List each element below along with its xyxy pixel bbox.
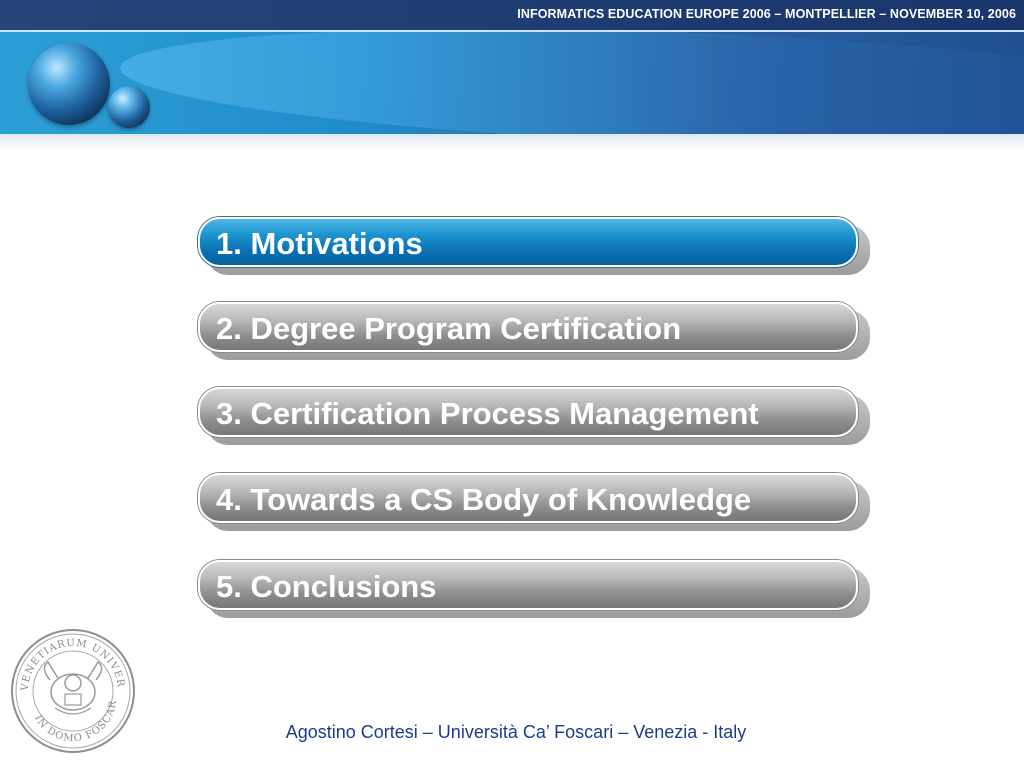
agenda-item-cs-body-of-knowledge[interactable]: 4. Towards a CS Body of Knowledge xyxy=(198,473,872,531)
agenda-item-motivations[interactable]: 1. Motivations xyxy=(198,217,872,275)
agenda-bar: 2. Degree Program Certification xyxy=(198,302,858,352)
svg-text:VENETIARUM UNIVERSITAS: VENETIARUM UNIVERSITAS xyxy=(10,628,126,692)
agenda-item-degree-program-certification[interactable]: 2. Degree Program Certification xyxy=(198,302,872,360)
agenda-bar: 1. Motivations xyxy=(198,217,858,267)
conference-title: INFORMATICS EDUCATION EUROPE 2006 – MONT… xyxy=(517,7,1016,21)
agenda-label: 2. Degree Program Certification xyxy=(216,311,682,346)
globe-icon xyxy=(28,43,110,125)
agenda-item-conclusions[interactable]: 5. Conclusions xyxy=(198,560,872,618)
header-divider xyxy=(0,30,1024,32)
agenda-bar: 4. Towards a CS Body of Knowledge xyxy=(198,473,858,523)
agenda-label: 4. Towards a CS Body of Knowledge xyxy=(216,482,752,517)
agenda-bar: 5. Conclusions xyxy=(198,560,858,610)
agenda-label: 1. Motivations xyxy=(216,226,423,261)
agenda-label: 3. Certification Process Management xyxy=(216,396,759,431)
agenda-label: 5. Conclusions xyxy=(216,569,437,604)
footer-credit: Agostino Cortesi – Università Ca’ Foscar… xyxy=(285,722,747,742)
agenda-item-certification-process-management[interactable]: 3. Certification Process Management xyxy=(198,387,872,445)
header-shadow xyxy=(0,134,1024,150)
header-band: INFORMATICS EDUCATION EUROPE 2006 – MONT… xyxy=(0,0,1024,136)
small-globe-icon xyxy=(108,86,150,128)
agenda-bar: 3. Certification Process Management xyxy=(198,387,858,437)
slide: INFORMATICS EDUCATION EUROPE 2006 – MONT… xyxy=(0,0,1024,768)
